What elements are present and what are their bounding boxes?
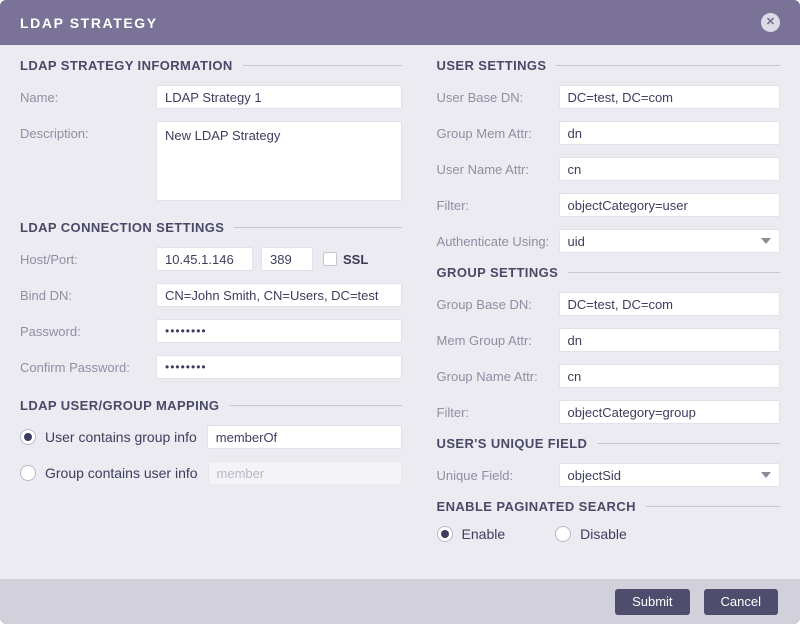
section-title-connection-settings: LDAP CONNECTION SETTINGS	[20, 220, 402, 235]
section-title-strategy-information: LDAP STRATEGY INFORMATION	[20, 58, 402, 73]
group-mem-attr-label: Group Mem Attr:	[436, 125, 532, 141]
description-row: Description: New LDAP Strategy	[20, 121, 402, 201]
section-rule	[242, 65, 402, 66]
group-contains-user-row: Group contains user info	[20, 461, 402, 485]
user-name-attr-row: User Name Attr:	[437, 157, 780, 181]
user-contains-attr-input[interactable]	[206, 425, 402, 449]
authenticate-using-row: Authenticate Using: uid	[437, 229, 780, 253]
group-filter-input[interactable]	[558, 400, 780, 424]
user-contains-group-radio[interactable]	[20, 429, 36, 445]
unique-field-value: objectSid	[567, 467, 622, 483]
authenticate-using-label: Authenticate Using:	[436, 233, 550, 249]
close-icon[interactable]: ✕	[761, 13, 780, 32]
dialog-body: LDAP STRATEGY INFORMATION Name: Descript…	[0, 45, 800, 579]
user-base-dn-label: User Base DN:	[436, 89, 524, 105]
section-rule	[645, 506, 780, 507]
left-column: LDAP STRATEGY INFORMATION Name: Descript…	[20, 45, 402, 579]
disable-label[interactable]: Disable	[580, 526, 627, 542]
section-title-user-group-mapping: LDAP USER/GROUP MAPPING	[20, 398, 402, 413]
right-column: USER SETTINGS User Base DN: Group Mem At…	[436, 45, 780, 579]
unique-field-label: Unique Field:	[436, 467, 514, 483]
bind-dn-input[interactable]	[156, 283, 402, 307]
dialog-header: LDAP STRATEGY ✕	[0, 0, 800, 45]
host-port-row: Host/Port: SSL	[20, 247, 402, 271]
dropdown-arrow-icon	[761, 472, 771, 478]
user-name-attr-input[interactable]	[558, 157, 780, 181]
ssl-checkbox[interactable]	[323, 252, 337, 266]
mem-group-attr-input[interactable]	[558, 328, 780, 352]
enable-radio[interactable]	[436, 526, 453, 542]
user-filter-input[interactable]	[558, 193, 780, 217]
section-rule	[229, 405, 402, 406]
group-base-dn-label: Group Base DN:	[436, 296, 532, 312]
cancel-button[interactable]: Cancel	[703, 588, 778, 615]
paginated-search-row: Enable Disable	[436, 526, 780, 542]
confirm-password-row: Confirm Password:	[20, 355, 402, 379]
confirm-password-label: Confirm Password:	[20, 359, 130, 375]
user-base-dn-input[interactable]	[558, 85, 780, 109]
description-label: Description:	[20, 126, 89, 141]
bind-dn-row: Bind DN:	[20, 283, 402, 307]
group-name-attr-row: Group Name Attr:	[437, 364, 780, 388]
user-name-attr-label: User Name Attr:	[436, 161, 529, 177]
password-input[interactable]	[156, 319, 402, 343]
group-mem-attr-input[interactable]	[558, 121, 780, 145]
section-title-paginated-search: ENABLE PAGINATED SEARCH	[437, 499, 780, 514]
host-port-label: Host/Port:	[20, 251, 78, 267]
mem-group-attr-row: Mem Group Attr:	[437, 328, 780, 352]
enable-radio-group: Enable	[436, 526, 516, 542]
name-label: Name:	[20, 89, 59, 105]
password-row: Password:	[20, 319, 402, 343]
bind-dn-label: Bind DN:	[20, 287, 73, 303]
group-filter-label: Filter:	[436, 404, 470, 420]
user-contains-group-row: User contains group info	[20, 425, 402, 449]
group-base-dn-input[interactable]	[558, 292, 780, 316]
authenticate-using-value: uid	[567, 233, 585, 249]
user-base-dn-row: User Base DN:	[437, 85, 780, 109]
group-contains-attr-input[interactable]	[207, 461, 402, 485]
ssl-label[interactable]: SSL	[343, 252, 368, 267]
user-filter-label: Filter:	[436, 197, 470, 213]
mem-group-attr-label: Mem Group Attr:	[436, 332, 532, 348]
disable-radio[interactable]	[555, 526, 572, 542]
unique-field-row: Unique Field: objectSid	[437, 463, 780, 487]
name-input[interactable]	[156, 85, 402, 109]
enable-label[interactable]: Enable	[462, 526, 506, 542]
authenticate-using-select[interactable]: uid	[558, 229, 780, 253]
section-title-user-settings: USER SETTINGS	[437, 58, 780, 73]
confirm-password-input[interactable]	[156, 355, 402, 379]
group-mem-attr-row: Group Mem Attr:	[437, 121, 780, 145]
ldap-strategy-dialog: LDAP STRATEGY ✕ LDAP STRATEGY INFORMATIO…	[0, 0, 800, 624]
dialog-footer: Submit Cancel	[0, 579, 800, 624]
user-contains-group-label[interactable]: User contains group info	[45, 429, 197, 445]
group-base-dn-row: Group Base DN:	[437, 292, 780, 316]
section-title-unique-field: USER'S UNIQUE FIELD	[437, 436, 780, 451]
host-input[interactable]	[156, 247, 253, 271]
group-contains-user-radio[interactable]	[20, 465, 36, 481]
dropdown-arrow-icon	[761, 238, 771, 244]
group-name-attr-label: Group Name Attr:	[436, 368, 538, 384]
submit-button[interactable]: Submit	[615, 588, 690, 615]
section-title-group-settings: GROUP SETTINGS	[437, 265, 780, 280]
name-row: Name:	[20, 85, 402, 109]
group-contains-user-label[interactable]: Group contains user info	[45, 465, 198, 481]
section-rule	[234, 227, 402, 228]
password-label: Password:	[20, 323, 81, 339]
section-rule	[556, 65, 780, 66]
dialog-title: LDAP STRATEGY	[20, 14, 158, 31]
user-filter-row: Filter:	[437, 193, 780, 217]
group-filter-row: Filter:	[437, 400, 780, 424]
description-textarea[interactable]: New LDAP Strategy	[156, 121, 402, 201]
disable-radio-group: Disable	[555, 526, 637, 542]
unique-field-select[interactable]: objectSid	[558, 463, 780, 487]
port-input[interactable]	[261, 247, 313, 271]
section-rule	[568, 272, 780, 273]
section-rule	[597, 443, 780, 444]
group-name-attr-input[interactable]	[558, 364, 780, 388]
